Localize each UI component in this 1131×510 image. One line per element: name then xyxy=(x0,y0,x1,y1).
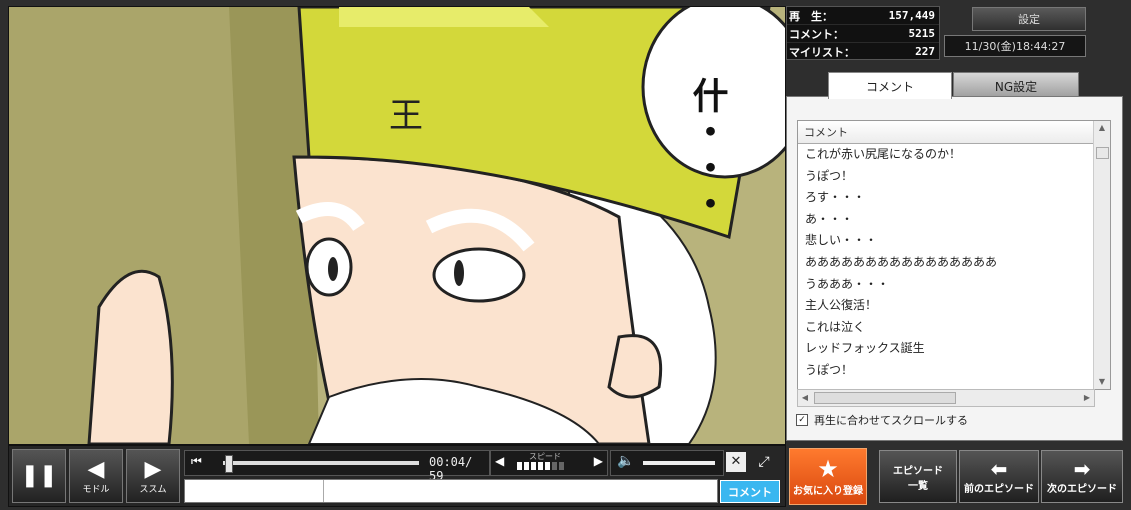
video-area[interactable]: 王 什・・・ xyxy=(8,6,786,445)
comment-list-item[interactable]: レッドフォックス誕生 xyxy=(798,338,1094,360)
back-button[interactable]: ◀ モドル xyxy=(69,449,123,503)
comment-list-item[interactable]: ろす・・・ xyxy=(798,187,1094,209)
tab-comment[interactable]: コメント xyxy=(828,72,952,99)
seek-bar[interactable]: ⏮ 00:04/ 59 xyxy=(184,450,490,483)
speed-bar-segment xyxy=(545,462,550,470)
settings-button[interactable]: 設定 xyxy=(972,7,1086,31)
comments-value: 5215 xyxy=(908,27,936,40)
comment-list[interactable]: コメント これが赤い尻尾になるのか！ うぽつ！ ろす・・・ あ・・・ 悲しい・・・ あああ… xyxy=(797,120,1111,390)
arrow-left-icon: ◀ xyxy=(87,456,105,482)
speed-up-icon[interactable]: ▶ xyxy=(594,454,603,468)
comment-submit-button[interactable]: コメント xyxy=(720,480,780,503)
forward-label: ススム xyxy=(139,484,167,495)
speed-down-icon[interactable]: ◀ xyxy=(495,454,504,468)
comments-label: コメント： xyxy=(789,27,844,41)
prev-episode-icon: ⬅ xyxy=(990,457,1008,481)
input-divider xyxy=(323,480,324,502)
favorite-label: お気に入り登録 xyxy=(793,486,863,497)
scroll-down-icon[interactable]: ▼ xyxy=(1094,375,1110,389)
speed-bar-segment xyxy=(538,462,543,470)
comment-list-item[interactable]: これが赤い尻尾になるのか！ xyxy=(798,144,1094,166)
autoscroll-label: 再生に合わせてスクロールする xyxy=(814,414,968,427)
autoscroll-option[interactable]: ✓ 再生に合わせてスクロールする xyxy=(796,412,968,428)
speed-bar-segment xyxy=(552,462,557,470)
favorite-button[interactable]: ★ お気に入り登録 xyxy=(789,448,867,505)
crown-glyph: 王 xyxy=(389,96,423,136)
comment-list-item[interactable]: うぽつ！ xyxy=(798,166,1094,188)
volume-control[interactable]: 🔈 xyxy=(610,450,724,476)
speed-control[interactable]: ◀ スピード ▶ xyxy=(490,450,608,476)
speed-bar-segment xyxy=(517,462,522,470)
volume-slider[interactable] xyxy=(643,461,715,465)
forward-button[interactable]: ▶ ススム xyxy=(126,449,180,503)
comment-items: これが赤い尻尾になるのか！ うぽつ！ ろす・・・ あ・・・ 悲しい・・・ ああああああああ… xyxy=(798,144,1110,382)
speed-bar-segment xyxy=(524,462,529,470)
comment-input[interactable] xyxy=(184,479,718,503)
comment-list-item[interactable]: うあああ・・・ xyxy=(798,274,1094,296)
skip-start-icon[interactable]: ⏮ xyxy=(191,454,202,469)
fullscreen-icon[interactable]: ⤢ xyxy=(752,452,776,472)
mylist-label: マイリスト： xyxy=(789,45,855,59)
autoscroll-checkbox[interactable]: ✓ xyxy=(796,414,808,426)
prev-episode-label: 前のエピソード xyxy=(964,484,1034,495)
comment-list-item[interactable]: あ・・・ xyxy=(798,209,1094,231)
mylist-value: 227 xyxy=(915,45,935,58)
comment-hide-icon[interactable]: ✕ xyxy=(726,452,746,472)
scroll-thumb[interactable] xyxy=(1096,147,1109,159)
arrow-right-icon: ▶ xyxy=(144,456,162,482)
speed-level-bars xyxy=(517,462,564,470)
datetime-display: 11/30(金)18:44:27 xyxy=(944,35,1086,57)
horizontal-scrollbar[interactable]: ◀ ▶ xyxy=(797,389,1095,407)
pause-icon: ❚❚ xyxy=(20,463,58,488)
scroll-right-icon[interactable]: ▶ xyxy=(1080,390,1094,406)
comment-list-item[interactable]: 悲しい・・・ xyxy=(798,230,1094,252)
comment-list-item[interactable]: これは泣く xyxy=(798,317,1094,339)
plays-row: 再 生： 157,449 xyxy=(787,7,939,25)
back-label: モドル xyxy=(82,484,110,495)
plays-label: 再 生： xyxy=(789,9,833,23)
pause-button[interactable]: ❚❚ xyxy=(12,449,66,503)
video-frame-illustration: 王 什・・・ xyxy=(9,7,785,444)
speed-label: スピード xyxy=(529,452,561,461)
comment-list-item[interactable]: うぽつ！ xyxy=(798,360,1094,382)
plays-value: 157,449 xyxy=(888,9,935,22)
stats-box: 再 生： 157,449 コメント： 5215 マイリスト： 227 xyxy=(786,6,940,60)
next-episode-icon: ➡ xyxy=(1073,457,1091,481)
next-episode-button[interactable]: ➡ 次のエピソード xyxy=(1041,450,1123,503)
comment-list-item[interactable]: 主人公復活！ xyxy=(798,295,1094,317)
speaker-icon[interactable]: 🔈 xyxy=(617,453,634,469)
episode-list-line1: エピソード xyxy=(893,465,943,477)
scroll-left-icon[interactable]: ◀ xyxy=(798,390,812,406)
comments-row: コメント： 5215 xyxy=(787,25,939,43)
prev-episode-button[interactable]: ⬅ 前のエピソード xyxy=(959,450,1039,503)
star-icon: ★ xyxy=(817,455,839,483)
comment-list-item[interactable]: ああああああああああああああああ xyxy=(798,252,1094,274)
next-episode-label: 次のエピソード xyxy=(1047,484,1117,495)
seek-thumb[interactable] xyxy=(225,455,233,473)
episode-list-line2: 一覧 xyxy=(908,480,928,492)
speed-bar-segment xyxy=(531,462,536,470)
hscroll-thumb[interactable] xyxy=(814,392,956,404)
scroll-up-icon[interactable]: ▲ xyxy=(1094,121,1110,135)
mylist-row: マイリスト： 227 xyxy=(787,43,939,60)
episode-list-button[interactable]: エピソード 一覧 xyxy=(879,450,957,503)
speech-text: 什・・・ xyxy=(687,77,729,221)
comment-list-header[interactable]: コメント xyxy=(798,121,1094,144)
seek-track[interactable] xyxy=(223,461,419,465)
speed-bar-segment xyxy=(559,462,564,470)
vertical-scrollbar[interactable]: ▲ ▼ xyxy=(1093,121,1110,389)
